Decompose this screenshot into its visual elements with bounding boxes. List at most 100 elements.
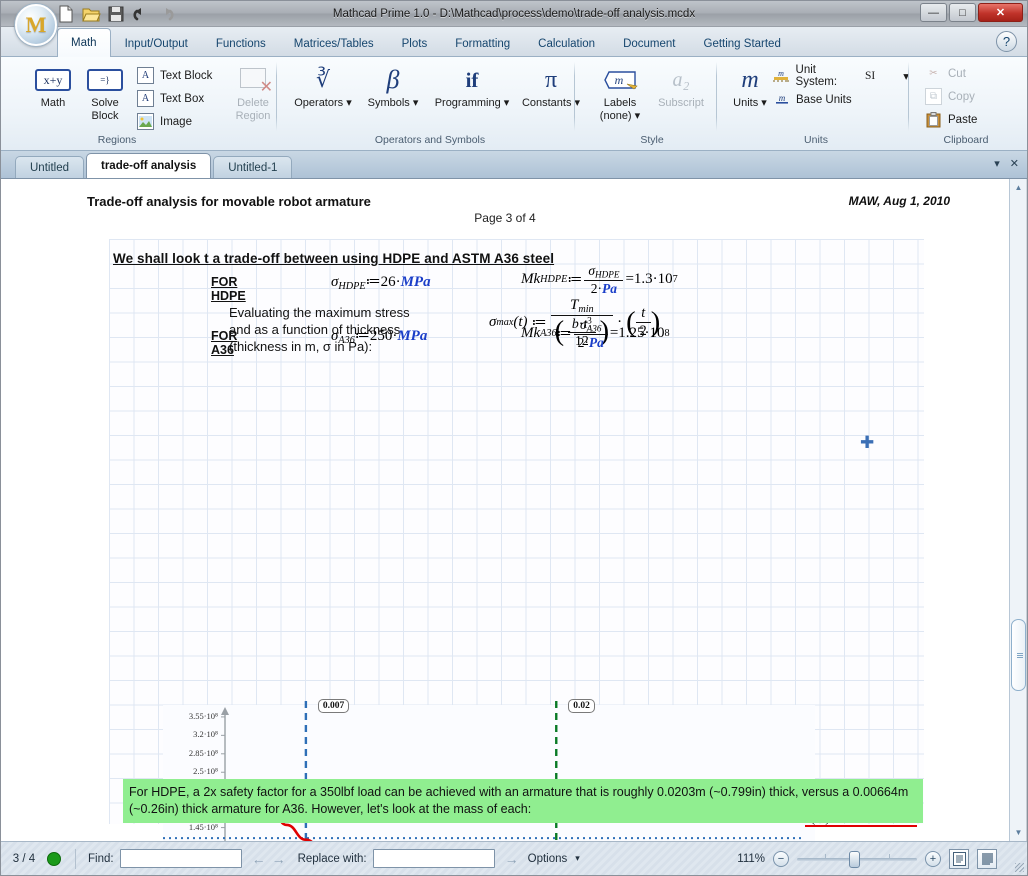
zoom-slider-thumb[interactable] bbox=[849, 850, 860, 868]
symbols-button[interactable]: β Symbols ▾ bbox=[359, 63, 427, 110]
regions-group-title: Regions bbox=[97, 134, 137, 146]
doc-tab-trade-off-analysis[interactable]: trade-off analysis bbox=[86, 153, 212, 178]
copy-icon: ⧉ bbox=[925, 88, 942, 105]
vertical-scrollbar[interactable]: ▲ ▼ bbox=[1009, 179, 1026, 841]
a36-value: 250 bbox=[369, 328, 393, 344]
tab-list-dropdown-icon[interactable]: ▾ bbox=[994, 157, 1000, 170]
units-button[interactable]: m Units ▾ bbox=[725, 63, 775, 110]
labels-button[interactable]: m Labels (none) ▾ bbox=[591, 63, 649, 123]
resize-grip[interactable] bbox=[1015, 863, 1024, 872]
math-region-button[interactable]: x+y Math bbox=[27, 63, 79, 110]
document-canvas[interactable]: Trade-off analysis for movable robot arm… bbox=[1, 179, 1010, 841]
pa-unit: Pa bbox=[602, 280, 618, 296]
unit-system-dropdown[interactable]: m Unit System: SI ▾ bbox=[773, 63, 909, 88]
tab-input-output[interactable]: Input/Output bbox=[111, 30, 202, 57]
operators-group-title: Operators and Symbols bbox=[374, 134, 486, 146]
equation-sigma-hdpe[interactable]: σHDPE≔26·MPa bbox=[331, 272, 431, 292]
scissors-icon: ✂ bbox=[929, 68, 938, 79]
tab-document[interactable]: Document bbox=[609, 30, 689, 57]
mk-a36-subscript: A36 bbox=[540, 328, 557, 340]
equation-sigma-a36[interactable]: σA36≔250·MPa bbox=[331, 326, 427, 346]
page-view-icon[interactable] bbox=[949, 848, 969, 869]
math-region-label: Math bbox=[40, 97, 66, 109]
base-units-button[interactable]: m Base Units bbox=[773, 89, 852, 110]
unit-system-label: Unit System: bbox=[795, 63, 838, 88]
replace-input[interactable] bbox=[372, 849, 495, 868]
undo-icon[interactable] bbox=[131, 4, 151, 24]
doc-tab-untitled[interactable]: Untitled bbox=[15, 156, 84, 178]
units-label: Units bbox=[733, 97, 759, 109]
zoom-slider[interactable] bbox=[797, 850, 917, 868]
zoom-in-button[interactable]: + bbox=[925, 850, 941, 867]
unit-system-value: SI bbox=[864, 69, 876, 82]
operators-label: Operators bbox=[294, 97, 344, 109]
paste-button[interactable]: Paste bbox=[925, 109, 977, 130]
draft-view-icon[interactable] bbox=[977, 848, 997, 869]
for-hdpe-label[interactable]: FOR HDPE bbox=[211, 275, 246, 303]
chevron-down-icon[interactable]: ▾ bbox=[575, 853, 580, 864]
two-denominator: 2 bbox=[577, 334, 585, 350]
conclusion-highlight-text[interactable]: For HDPE, a 2x safety factor for a 350lb… bbox=[123, 779, 923, 823]
doc-tab-untitled-1[interactable]: Untitled-1 bbox=[213, 156, 293, 178]
document-heading[interactable]: We shall look t a trade-off between usin… bbox=[113, 251, 554, 266]
scroll-down-arrow-icon[interactable]: ▼ bbox=[1010, 824, 1027, 841]
status-bar: 3 / 4 Find: ← → Replace with: → Options … bbox=[1, 841, 1027, 875]
find-previous-icon[interactable]: ← bbox=[252, 851, 266, 867]
assignment-operator: ≔ bbox=[365, 274, 381, 290]
ribbon-group-operators-symbols: ∛ Operators ▾ β Symbols ▾ if Programming… bbox=[285, 59, 580, 147]
ribbon-group-style: m Labels (none) ▾ a₂ Subscript Style bbox=[587, 59, 717, 147]
tab-calculation[interactable]: Calculation bbox=[524, 30, 609, 57]
text-block-button[interactable]: A Text Block bbox=[137, 65, 212, 86]
tab-matrices-tables[interactable]: Matrices/Tables bbox=[280, 30, 388, 57]
replace-apply-icon[interactable]: → bbox=[505, 851, 519, 867]
scroll-up-arrow-icon[interactable]: ▲ bbox=[1010, 179, 1027, 196]
equation-mk-a36[interactable]: Mk A36 ≔ σA36 2·Pa = 1.25 · 10 8 bbox=[521, 317, 670, 351]
calculation-status-indicator[interactable] bbox=[47, 851, 61, 866]
save-icon[interactable] bbox=[106, 4, 126, 24]
copy-label: Copy bbox=[948, 90, 975, 103]
for-a36-label[interactable]: FOR A36 bbox=[211, 329, 237, 357]
constants-button[interactable]: π Constants ▾ bbox=[515, 63, 587, 110]
close-button[interactable]: ✕ bbox=[978, 3, 1023, 22]
tab-getting-started[interactable]: Getting Started bbox=[690, 30, 795, 57]
operators-button[interactable]: ∛ Operators ▾ bbox=[287, 63, 359, 110]
image-button[interactable]: Image bbox=[137, 111, 192, 132]
close-tab-icon[interactable]: ✕ bbox=[1010, 157, 1019, 170]
mk-symbol: Mk bbox=[521, 271, 541, 288]
find-input[interactable] bbox=[119, 849, 242, 868]
cut-label: Cut bbox=[948, 67, 966, 80]
open-document-icon[interactable] bbox=[81, 4, 101, 24]
maximize-button[interactable]: □ bbox=[949, 3, 976, 22]
chevron-down-icon: ▾ bbox=[634, 110, 641, 122]
help-button[interactable]: ? bbox=[996, 31, 1017, 52]
y-axis-tick-label: 2.85·10⁸ bbox=[188, 747, 218, 758]
new-document-icon[interactable] bbox=[56, 4, 76, 24]
application-orb-button[interactable]: M bbox=[15, 4, 57, 46]
marker-tag-0007: 0.007 bbox=[317, 699, 350, 713]
zoom-out-button[interactable]: − bbox=[773, 850, 789, 867]
tab-plots[interactable]: Plots bbox=[388, 30, 442, 57]
programming-button[interactable]: if Programming ▾ bbox=[427, 63, 517, 110]
subscript-icon: a₂ bbox=[672, 68, 690, 91]
plot-legend-rule bbox=[805, 825, 917, 827]
units-m-icon: m bbox=[741, 66, 759, 93]
equation-mk-hdpe[interactable]: Mk HDPE ≔ σHDPE 2·Pa = 1.3 · 10 7 bbox=[521, 263, 678, 297]
units-group-title: Units bbox=[804, 134, 828, 146]
text-box-button[interactable]: A Text Box bbox=[137, 88, 204, 109]
tab-formatting[interactable]: Formatting bbox=[441, 30, 524, 57]
subscript-button: a₂ Subscript bbox=[649, 63, 713, 110]
status-divider bbox=[75, 848, 76, 869]
minimize-button[interactable]: — bbox=[920, 3, 947, 22]
options-label[interactable]: Options bbox=[528, 853, 568, 865]
solve-block-button[interactable]: =} Solve Block bbox=[79, 63, 131, 123]
tab-math[interactable]: Math bbox=[57, 28, 111, 57]
tab-functions[interactable]: Functions bbox=[202, 30, 280, 57]
find-next-icon[interactable]: → bbox=[272, 851, 286, 867]
text-block-label: Text Block bbox=[160, 69, 213, 82]
scrollbar-thumb[interactable] bbox=[1011, 619, 1026, 691]
chevron-down-icon: ▾ bbox=[412, 97, 419, 109]
chevron-down-icon: ▾ bbox=[574, 97, 581, 109]
style-group-title: Style bbox=[640, 134, 664, 146]
solve-block-icon: =} bbox=[79, 63, 131, 97]
ribbon-group-regions: x+y Math =} Solve Block A Text Block A T… bbox=[17, 59, 277, 147]
